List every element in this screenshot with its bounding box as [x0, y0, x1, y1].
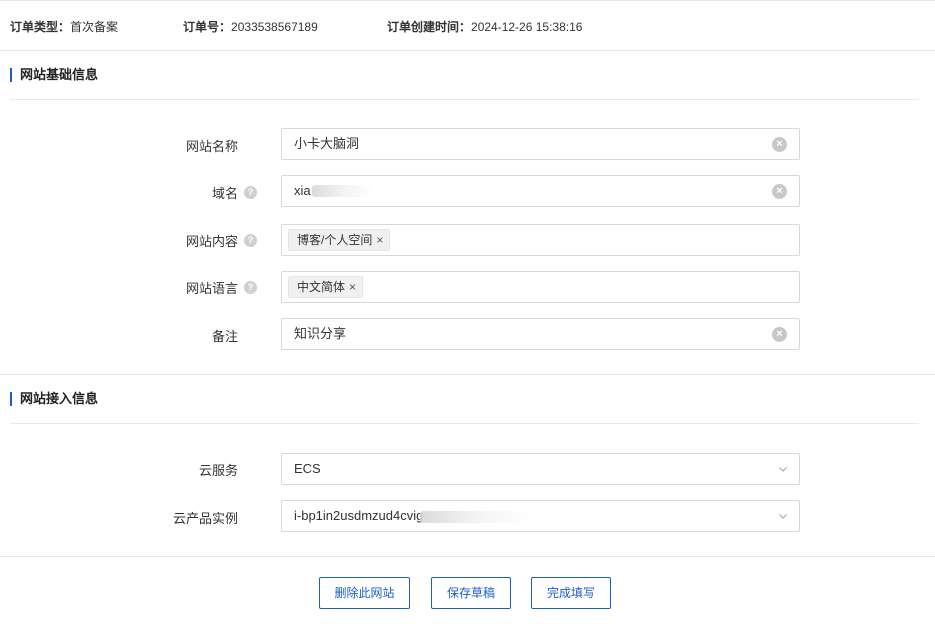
order-type-value: 首次备案 [70, 20, 119, 34]
remark-label: 备注 [78, 326, 238, 345]
site-language-label: 网站语言? [97, 278, 257, 297]
cloud-service-value[interactable]: ECS [294, 454, 321, 484]
clear-icon[interactable]: × [772, 184, 787, 199]
help-icon[interactable]: ? [244, 186, 257, 199]
domain-label-text: 域名 [211, 186, 238, 201]
clear-icon[interactable]: × [772, 137, 787, 152]
order-created-label: 订单创建时间： [387, 20, 472, 34]
order-type-label: 订单类型： [10, 20, 71, 34]
redacted-blur [312, 185, 374, 197]
remark-input[interactable]: 知识分享 × [281, 318, 800, 350]
order-created-value: 2024-12-26 15:38:16 [471, 20, 583, 34]
instance-value[interactable]: i-bp1in2usdmzud4cvig [294, 501, 423, 531]
delete-site-button[interactable]: 删除此网站 [319, 577, 410, 609]
site-name-label-text: 网站名称 [185, 139, 238, 154]
site-language-tag: 中文简体 × [288, 276, 364, 298]
remark-label-text: 备注 [211, 329, 238, 344]
redacted-blur [420, 511, 530, 523]
clear-icon[interactable]: × [772, 327, 787, 342]
site-content-tag: 博客/个人空间 × [288, 229, 391, 251]
site-language-label-text: 网站语言 [185, 281, 238, 296]
order-created-time: 订单创建时间：2024-12-26 15:38:16 [387, 18, 582, 35]
tag-close-icon[interactable]: × [349, 277, 356, 297]
site-content-label-text: 网站内容 [185, 234, 238, 249]
order-number-label: 订单号： [183, 20, 232, 34]
section-divider [0, 556, 935, 557]
instance-label: 云产品实例 [78, 508, 238, 527]
domain-label: 域名? [97, 183, 257, 202]
tag-close-icon[interactable]: × [376, 230, 383, 250]
help-icon[interactable]: ? [244, 234, 257, 247]
order-number: 订单号：2033538567189 [183, 18, 318, 35]
order-number-value: 2033538567189 [231, 20, 318, 34]
divider [10, 423, 919, 424]
complete-button[interactable]: 完成填写 [531, 577, 611, 609]
cloud-service-label: 云服务 [78, 460, 238, 479]
instance-label-text: 云产品实例 [172, 511, 238, 526]
order-type: 订单类型：首次备案 [10, 18, 118, 35]
save-draft-button[interactable]: 保存草稿 [431, 577, 511, 609]
section-title-site-access: 网站接入信息 [10, 392, 98, 406]
site-name-label: 网站名称 [78, 136, 238, 155]
section-divider [0, 374, 935, 375]
site-name-input[interactable]: 小卡大脑洞 × [281, 128, 800, 160]
instance-select[interactable]: i-bp1in2usdmzud4cvig [281, 500, 800, 532]
order-info-bar: 订单类型：首次备案 订单号：2033538567189 订单创建时间：2024-… [0, 0, 935, 51]
divider [10, 99, 919, 100]
section-title-site-basic: 网站基础信息 [10, 68, 98, 82]
domain-value[interactable]: xia [294, 176, 311, 206]
site-language-select[interactable]: 中文简体 × [281, 271, 800, 303]
site-name-value[interactable]: 小卡大脑洞 [294, 129, 359, 159]
cloud-service-label-text: 云服务 [198, 463, 238, 478]
site-content-select[interactable]: 博客/个人空间 × [281, 224, 800, 256]
tag-label: 中文简体 [297, 280, 346, 294]
site-content-label: 网站内容? [97, 231, 257, 250]
help-icon[interactable]: ? [244, 281, 257, 294]
cloud-service-select[interactable]: ECS [281, 453, 800, 485]
chevron-down-icon[interactable] [777, 463, 789, 475]
domain-input[interactable]: xia × [281, 175, 800, 207]
remark-value[interactable]: 知识分享 [294, 319, 346, 349]
chevron-down-icon[interactable] [777, 510, 789, 522]
tag-label: 博客/个人空间 [297, 233, 373, 247]
